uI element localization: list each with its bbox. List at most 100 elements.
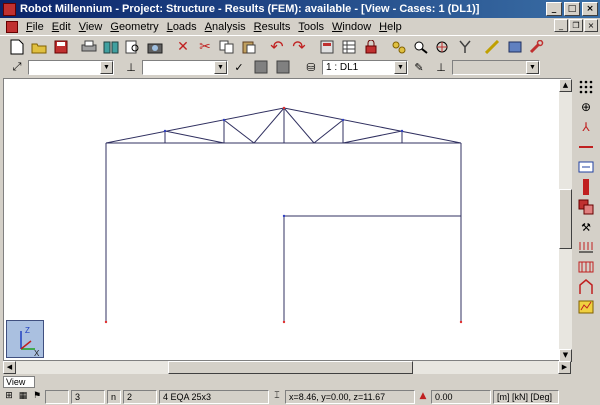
support-icon[interactable]: ⅄ [576, 118, 596, 136]
measure-icon[interactable] [482, 37, 504, 57]
truss-top-chord-left [105, 107, 285, 144]
scroll-right-button[interactable]: ▶ [558, 361, 571, 374]
cut-icon[interactable]: ✂ [194, 37, 216, 57]
save-icon[interactable] [50, 37, 72, 57]
view-tab[interactable]: View [3, 376, 35, 388]
minimize-button[interactable]: _ [546, 2, 562, 16]
status-value: 0.00 [431, 390, 491, 404]
menu-bar: File Edit View Geometry Loads Analysis R… [0, 18, 600, 35]
axis-x-label: X [34, 349, 40, 358]
axis-triad: Z X [6, 320, 44, 358]
status-blank-field [45, 390, 69, 404]
node-icon[interactable]: ⊕ [576, 98, 596, 116]
menu-help[interactable]: Help [375, 21, 406, 33]
cladding-icon[interactable] [576, 258, 596, 276]
lock-icon[interactable] [360, 37, 382, 57]
bar-icon[interactable] [576, 138, 596, 156]
window-title: Robot Millennium - Project: Structure - … [20, 3, 480, 15]
column-icon[interactable] [576, 178, 596, 196]
status-bar: ⊞ ▦ ⚑ 3 n 2 4 EQA 25x3 ⌶ x=8.46, y=0.00,… [0, 389, 600, 405]
gray-square-icon[interactable] [250, 57, 272, 77]
wrench-icon[interactable] [526, 37, 548, 57]
frame-icon[interactable] [576, 278, 596, 296]
load-case-value: 1 : DL1 [326, 61, 359, 73]
node-grid-icon[interactable] [576, 78, 596, 96]
zoom-icon[interactable] [410, 37, 432, 57]
app-icon [3, 2, 16, 16]
scroll-up-button[interactable]: ▲ [559, 79, 572, 92]
status-coordinates: x=8.46, y=0.00, z=11.67 [285, 390, 415, 404]
view-canvas[interactable] [3, 78, 571, 361]
load-edit-icon[interactable]: ✎ [408, 57, 430, 77]
doc-minimize-button[interactable]: _ [554, 19, 568, 32]
status-section: 4 EQA 25x3 [159, 390, 269, 404]
paste-icon[interactable] [238, 37, 260, 57]
vertical-scrollbar[interactable]: ▲ ▼ [559, 79, 572, 362]
fork-icon[interactable] [454, 37, 476, 57]
print-icon[interactable] [78, 37, 100, 57]
horizontal-scrollbar[interactable]: ◀ ▶ [3, 361, 571, 374]
delete-icon[interactable]: ✕ [172, 37, 194, 57]
table-icon[interactable] [338, 37, 360, 57]
window-controls: _ □ × [546, 2, 598, 16]
menu-results[interactable]: Results [250, 21, 295, 33]
redo-icon[interactable]: ↷ [288, 37, 310, 57]
title-bar: Robot Millennium - Project: Structure - … [0, 0, 600, 18]
main-toolbar: ✕ ✂ ↶ ↷ [0, 35, 600, 57]
value-icon: ▲ [419, 391, 427, 401]
zoom-window-icon[interactable] [432, 37, 454, 57]
menu-tools[interactable]: Tools [294, 21, 328, 33]
camera-icon[interactable] [144, 37, 166, 57]
status-field-count: 3 [71, 390, 105, 404]
copy-objects-icon[interactable] [576, 198, 596, 216]
undo-icon[interactable]: ↶ [266, 37, 288, 57]
load-case-combo[interactable]: 1 : DL1 ▼ [322, 59, 408, 75]
horizontal-scroll-thumb[interactable] [168, 361, 413, 374]
coords-icon: ⌶ [274, 391, 280, 401]
right-toolbar: ⊕ ⅄ ⚒ [574, 78, 598, 378]
section-icon[interactable] [576, 158, 596, 176]
status-flag-icon[interactable]: ⚑ [31, 391, 43, 403]
preview-icon[interactable] [122, 37, 144, 57]
node-select-icon[interactable]: ⤢ [6, 57, 28, 77]
document-window-controls: _ ❐ × [554, 19, 598, 32]
structure-icon[interactable] [388, 37, 410, 57]
menu-analysis[interactable]: Analysis [201, 21, 250, 33]
copy-icon[interactable] [216, 37, 238, 57]
book-icon[interactable] [100, 37, 122, 57]
maximize-button[interactable]: □ [564, 2, 580, 16]
load-type-icon[interactable]: ⊥ [430, 57, 452, 77]
spectrum-icon[interactable] [576, 298, 596, 316]
disabled-combo: ▼ [452, 59, 540, 75]
gray-square-2-icon[interactable] [272, 57, 294, 77]
calculator-icon[interactable] [316, 37, 338, 57]
close-button[interactable]: × [582, 2, 598, 16]
menu-file[interactable]: File [22, 21, 48, 33]
load-icon[interactable] [576, 238, 596, 256]
document-icon[interactable] [6, 20, 18, 33]
bar-select-icon[interactable]: ⊥ [120, 57, 142, 77]
vertical-scroll-thumb[interactable] [559, 189, 572, 249]
truss-top-chord-right [283, 107, 462, 144]
check-icon[interactable]: ✓ [228, 57, 250, 77]
new-icon[interactable] [6, 37, 28, 57]
model-3d-icon[interactable] [504, 37, 526, 57]
open-icon[interactable] [28, 37, 50, 57]
status-grid-icon[interactable]: ▦ [17, 391, 29, 403]
menu-edit[interactable]: Edit [48, 21, 75, 33]
menu-window[interactable]: Window [328, 21, 375, 33]
status-field-n: 2 [123, 390, 157, 404]
status-nodes-icon[interactable]: ⊞ [3, 391, 15, 403]
release-icon[interactable]: ⚒ [576, 218, 596, 236]
doc-close-button[interactable]: × [584, 19, 598, 32]
scroll-left-button[interactable]: ◀ [3, 361, 16, 374]
menu-view[interactable]: View [75, 21, 107, 33]
status-field-n-label: n [107, 390, 121, 404]
selection-toolbar: ⤢ ▼ ⊥ ▼ ✓ ⛁ 1 : DL1 ▼ ✎ ⊥ ▼ [0, 57, 600, 77]
menu-geometry[interactable]: Geometry [106, 21, 162, 33]
menu-loads[interactable]: Loads [163, 21, 201, 33]
load-case-icon[interactable]: ⛁ [300, 57, 322, 77]
bar-selection-combo[interactable]: ▼ [142, 59, 228, 75]
node-selection-combo[interactable]: ▼ [28, 59, 114, 75]
doc-restore-button[interactable]: ❐ [569, 19, 583, 32]
